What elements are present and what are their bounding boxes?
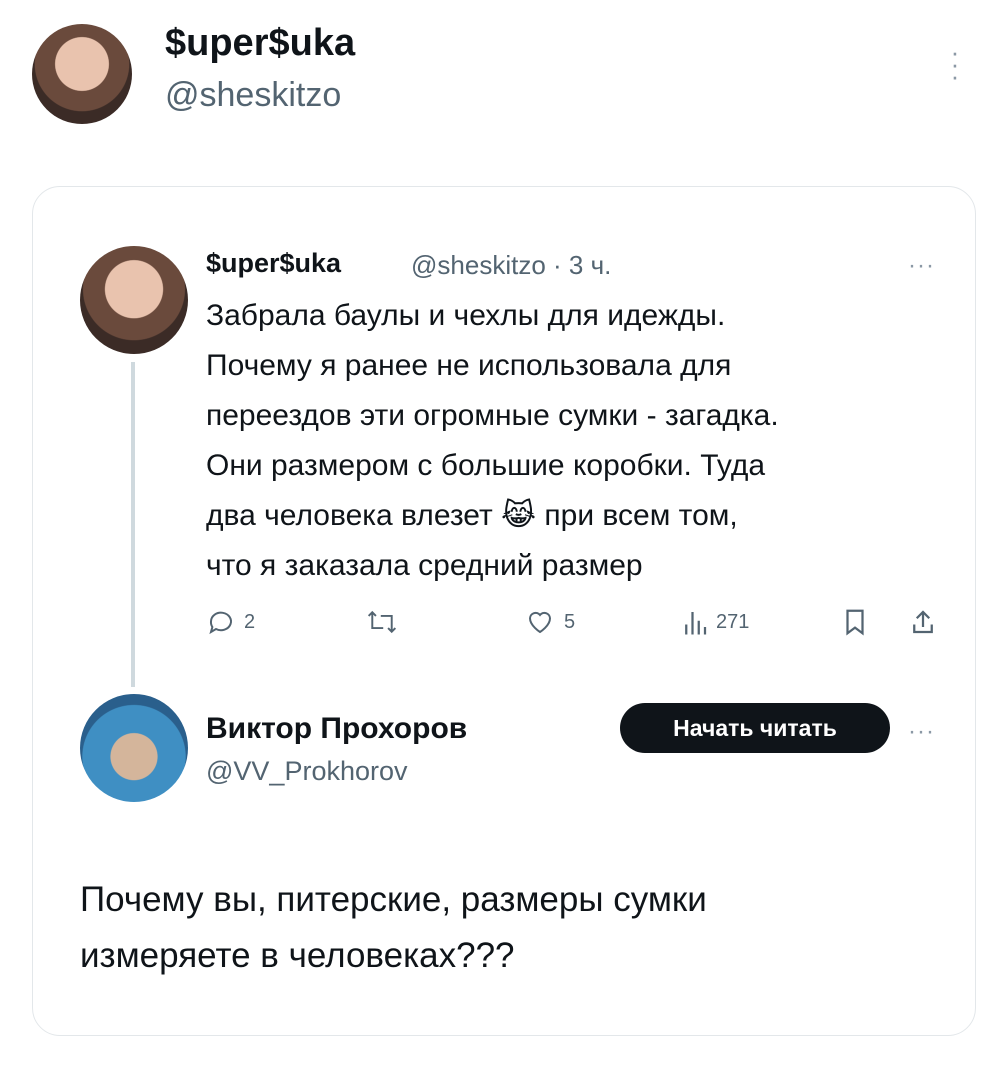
retweet-icon (367, 610, 397, 634)
reply-text: Почему вы, питерские, размеры сумки изме… (80, 880, 707, 975)
quoted-author-meta[interactable]: @sheskitzo · 3 ч. (411, 250, 611, 281)
reply-author-name[interactable]: Виктор Прохоров (206, 712, 467, 746)
reply-avatar[interactable] (80, 694, 188, 802)
reply-icon (209, 611, 232, 635)
bookmark-button[interactable] (842, 607, 868, 637)
like-button[interactable]: 5 (524, 607, 575, 637)
top-avatar[interactable] (32, 24, 132, 124)
reply-more-icon[interactable]: ··· (908, 718, 935, 746)
views-button[interactable]: 271 (682, 607, 749, 637)
quoted-author-name[interactable]: $uper$uka (206, 248, 341, 279)
top-author-handle[interactable]: @sheskitzo (165, 76, 341, 115)
quoted-tweet-text: Забрала баулы и чехлы для идежды. Почему… (206, 299, 779, 582)
reply-count: 2 (244, 610, 256, 633)
top-author-name[interactable]: $uper$uka (165, 22, 355, 65)
quoted-more-icon[interactable]: ··· (908, 252, 935, 280)
more-icon[interactable]: · · · (945, 39, 965, 89)
views-count: 271 (716, 610, 750, 633)
retweet-button[interactable] (365, 607, 399, 637)
reply-author-handle[interactable]: @VV_Prokhorov (206, 756, 408, 787)
share-icon (913, 610, 933, 634)
reply-button[interactable]: 2 (206, 607, 255, 637)
like-count: 5 (564, 610, 576, 633)
share-button[interactable] (910, 607, 936, 637)
views-icon (685, 612, 707, 635)
quoted-avatar[interactable] (80, 246, 188, 354)
thread-line (131, 362, 135, 687)
follow-button[interactable]: Начать читать (620, 703, 890, 753)
like-icon (528, 611, 552, 634)
bookmark-icon (846, 609, 864, 636)
